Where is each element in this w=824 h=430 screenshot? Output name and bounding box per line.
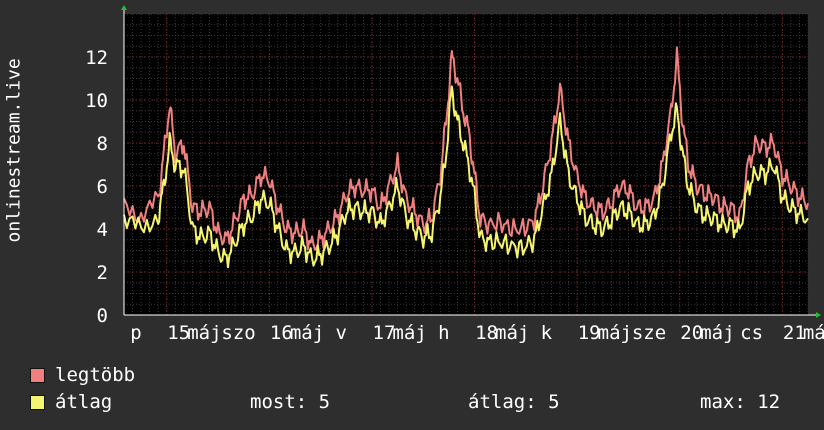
chart: 024681012p 15máj szo 16máj v 17máj h 18máj k 19má…	[85, 5, 824, 344]
stat-average: átlag: 5	[468, 391, 560, 413]
y-tick-label: 6	[97, 176, 108, 198]
y-tick-label: 0	[97, 305, 108, 327]
y-tick-label: 8	[97, 133, 108, 155]
x-tick-label: máj	[290, 322, 324, 344]
x-tick-label: v	[335, 322, 346, 344]
x-tick-label: sze	[632, 322, 666, 344]
y-tick-label: 12	[85, 47, 108, 69]
legend-label-legtobb: legtöbb	[55, 364, 136, 386]
x-tick-label: máj	[392, 322, 426, 344]
stat-max: max: 12	[700, 391, 781, 413]
x-tick-label: máj	[700, 322, 734, 344]
y-tick-label: 2	[97, 262, 108, 284]
x-tick-label: h	[438, 322, 449, 344]
legend-label-atlag: átlag	[55, 391, 113, 413]
y-tick-label: 4	[97, 219, 108, 241]
x-tick-label: p	[130, 322, 141, 344]
legend-swatch-legtobb	[30, 367, 45, 383]
x-tick-label: szo	[221, 322, 255, 344]
x-tick-label: máj	[598, 322, 632, 344]
stat-current: most: 5	[250, 391, 331, 413]
legend-swatch-atlag	[30, 394, 45, 410]
x-tick-label: máj	[187, 322, 221, 344]
x-tick-label: máj	[495, 322, 529, 344]
y-tick-label: 10	[85, 90, 108, 112]
legend-item-atlag: átlag	[30, 391, 112, 413]
x-axis-arrow	[816, 312, 821, 318]
x-tick-label: cs	[740, 322, 763, 344]
x-tick-label: k	[541, 322, 553, 344]
y-axis-arrow	[121, 5, 127, 10]
x-tick-label: máj	[803, 322, 824, 344]
y-axis-label: onlinestream.live	[3, 58, 25, 243]
legend-item-legtobb: legtöbb	[30, 364, 135, 386]
